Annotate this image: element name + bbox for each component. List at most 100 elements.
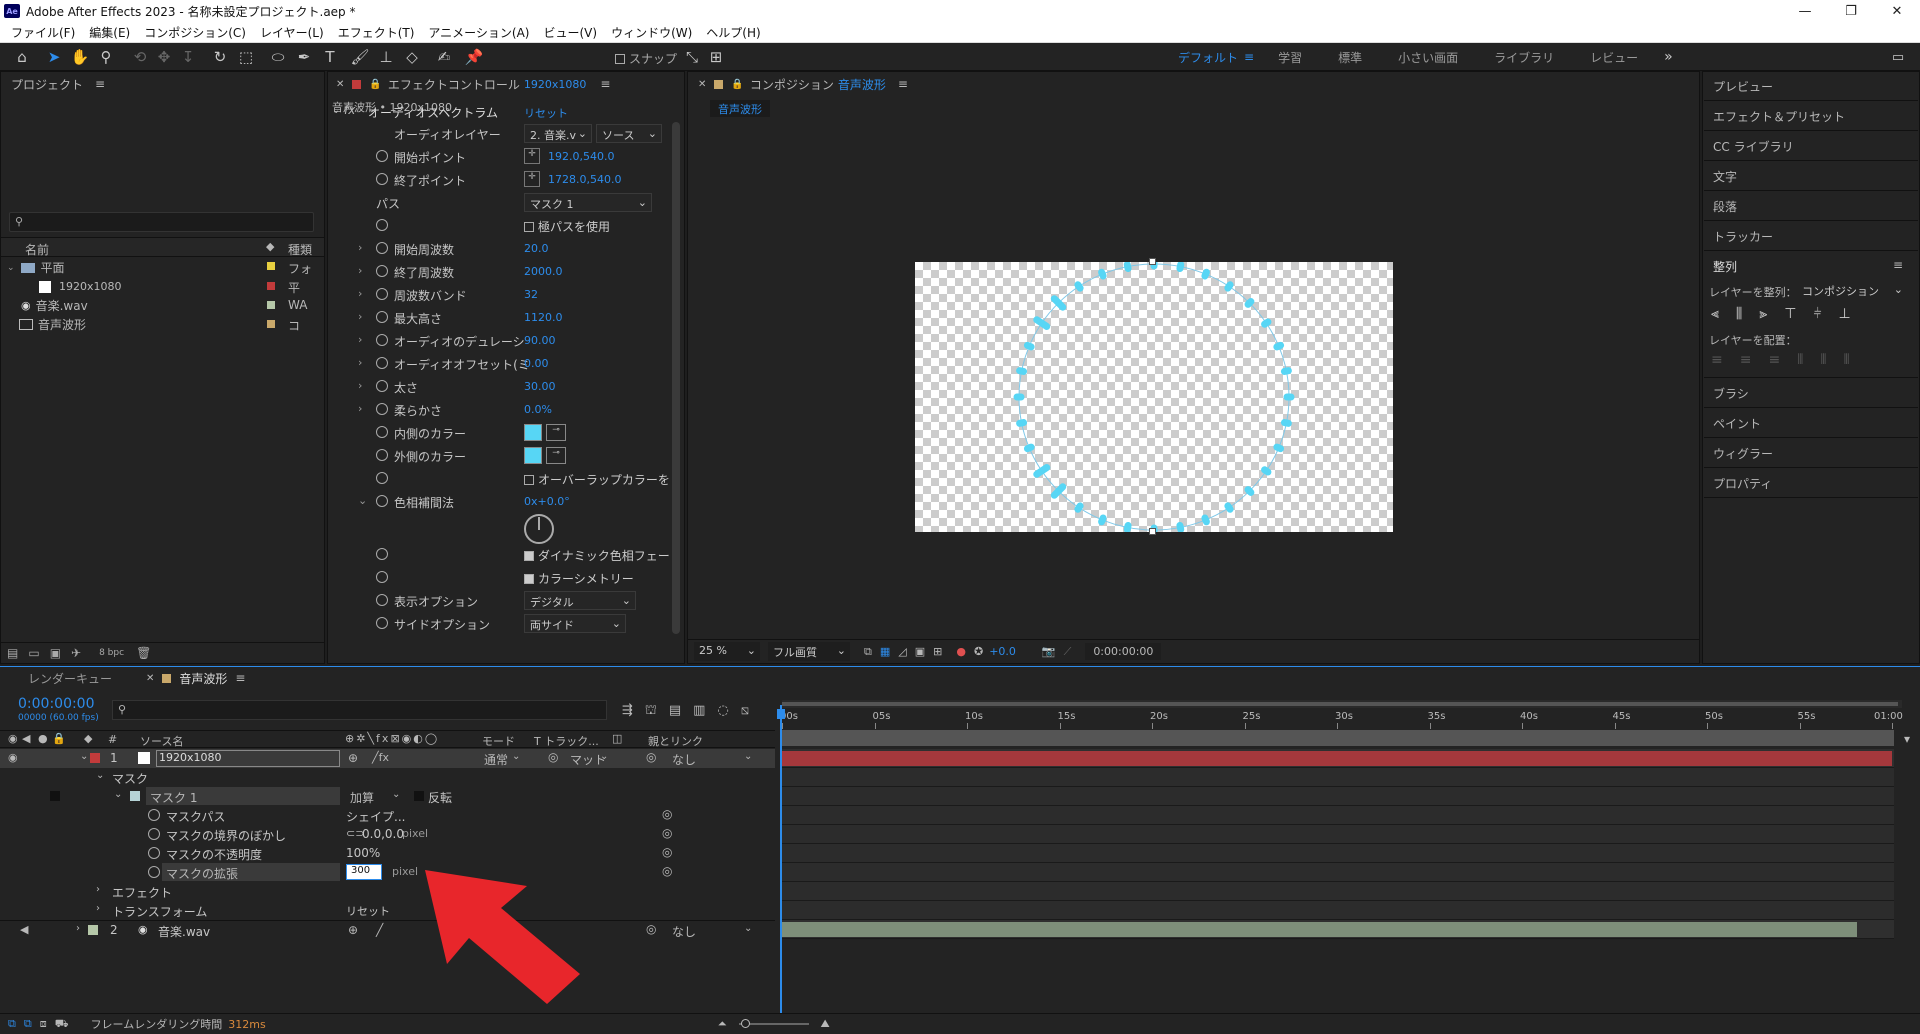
cc-libraries-panel-tab[interactable]: CC ライブラリ bbox=[1713, 138, 1794, 155]
menu-file[interactable]: ファイル(F) bbox=[4, 24, 82, 41]
region-of-interest-icon[interactable]: ▣ bbox=[915, 645, 925, 658]
transparency-grid-icon[interactable]: ▦ bbox=[880, 645, 890, 658]
align-bottom-icon[interactable]: ⊥ bbox=[1839, 306, 1851, 322]
expand-icon[interactable]: › bbox=[76, 923, 80, 934]
paint-panel-tab[interactable]: ペイント bbox=[1713, 415, 1761, 432]
stopwatch-icon[interactable] bbox=[376, 242, 388, 254]
distribute-top-icon[interactable]: ≡ bbox=[1711, 352, 1723, 368]
stopwatch-icon[interactable] bbox=[376, 617, 388, 629]
stopwatch-icon[interactable] bbox=[148, 828, 160, 840]
col-source-header[interactable]: ソース名 bbox=[140, 733, 183, 749]
grid-guides-icon[interactable]: ⊞ bbox=[933, 645, 942, 658]
panel-menu-icon[interactable]: ≡ bbox=[95, 77, 105, 91]
col-type-header[interactable]: 種類 bbox=[288, 241, 312, 258]
comp-breadcrumb[interactable]: 音声波形 bbox=[710, 100, 770, 117]
mask-visibility-icon[interactable]: ◿ bbox=[898, 645, 906, 658]
effect-row-end-frequency[interactable]: › 終了周波数 2000.0 bbox=[328, 260, 668, 283]
distribute-vcenter-icon[interactable]: ≡ bbox=[1740, 352, 1752, 368]
menu-composition[interactable]: コンポジション(C) bbox=[137, 24, 253, 41]
hue-dial[interactable] bbox=[524, 514, 554, 544]
effect-controls-scrollbar[interactable] bbox=[672, 122, 680, 634]
align-to-dropdown[interactable]: コンポジション ⌄ bbox=[1797, 281, 1907, 300]
mask-expansion-input[interactable]: 300 bbox=[346, 864, 382, 880]
distribute-bottom-icon[interactable]: ≡ bbox=[1768, 352, 1780, 368]
pan-tool-icon[interactable]: ✥ bbox=[154, 47, 174, 67]
outside-color-swatch[interactable] bbox=[524, 447, 542, 464]
current-time-indicator[interactable] bbox=[780, 705, 782, 1025]
pickwhip-icon[interactable]: ◎ bbox=[662, 845, 672, 859]
pickwhip-icon[interactable]: ◎ bbox=[662, 807, 672, 821]
stopwatch-icon[interactable] bbox=[376, 495, 388, 507]
expand-icon[interactable]: › bbox=[96, 884, 100, 895]
composition-tab-name[interactable]: 音声波形 bbox=[838, 76, 886, 93]
expand-icon[interactable]: › bbox=[358, 402, 362, 415]
side-options-dropdown-0[interactable]: 両サイド ⌄ bbox=[524, 614, 626, 633]
frame-blending-icon[interactable]: ▥ bbox=[693, 703, 705, 720]
stopwatch-icon[interactable] bbox=[376, 380, 388, 392]
menu-edit[interactable]: 編集(E) bbox=[82, 24, 137, 41]
expand-icon[interactable]: › bbox=[96, 903, 100, 914]
effect-row-inside-color[interactable]: 内側のカラー ⊸ bbox=[328, 421, 668, 444]
effect-row-audio-offset[interactable]: › オーディオオフセット(ミ 0.00 bbox=[328, 352, 668, 375]
fx-icon[interactable]: fx bbox=[344, 103, 355, 117]
collapse-icon[interactable]: ⌄ bbox=[332, 105, 340, 116]
expand-icon[interactable]: › bbox=[358, 264, 362, 277]
distribute-left-icon[interactable]: ⦀ bbox=[1797, 352, 1803, 368]
render-time-toggle-icon[interactable]: ⛟ bbox=[55, 1017, 69, 1032]
video-switch-icon[interactable]: ◉ bbox=[8, 732, 18, 745]
col-hash-header[interactable]: # bbox=[108, 733, 117, 746]
effect-row-outside-color[interactable]: 外側のカラー ⊸ bbox=[328, 444, 668, 467]
effect-row-softness[interactable]: › 柔らかさ 0.0% bbox=[328, 398, 668, 421]
mask-mode-dropdown[interactable]: 加算 bbox=[350, 789, 374, 806]
stopwatch-icon[interactable] bbox=[376, 594, 388, 606]
align-left-icon[interactable]: ⫷ bbox=[1711, 306, 1719, 322]
parent-pickwhip-icon[interactable]: ◎ bbox=[646, 922, 656, 936]
effect-row-color-symmetry[interactable]: カラーシメトリー bbox=[328, 566, 668, 589]
layer-name[interactable]: 音楽.wav bbox=[158, 923, 210, 940]
shy-switch-icon[interactable]: ⊕ bbox=[348, 923, 358, 937]
project-item-solid[interactable]: 1920x1080 平 bbox=[1, 277, 324, 296]
character-panel-tab[interactable]: 文字 bbox=[1713, 168, 1737, 185]
label-tag-icon[interactable]: ◆ bbox=[266, 240, 274, 253]
color-channels-icon[interactable]: ● bbox=[956, 645, 966, 658]
brushes-panel-tab[interactable]: ブラシ bbox=[1713, 385, 1749, 402]
chevron-down-icon[interactable]: ⌄ bbox=[744, 923, 752, 934]
mask-vertex-handle[interactable] bbox=[1149, 528, 1156, 535]
stopwatch-icon[interactable] bbox=[376, 403, 388, 415]
close-tab-icon[interactable]: ✕ bbox=[336, 79, 344, 90]
workspace-default[interactable]: デフォルト bbox=[1160, 49, 1256, 66]
mask-opacity-row[interactable]: マスクの不透明度 100% ◎ bbox=[0, 844, 775, 863]
distribute-hcenter-icon[interactable]: ⦀ bbox=[1820, 352, 1826, 368]
workspace-small-screen[interactable]: 小さい画面 bbox=[1380, 49, 1476, 66]
effect-row-start-frequency[interactable]: › 開始周波数 20.0 bbox=[328, 237, 668, 260]
effect-reset-link[interactable]: リセット bbox=[524, 105, 568, 121]
expand-icon[interactable]: ⌄ bbox=[80, 751, 88, 762]
label-swatch[interactable] bbox=[267, 262, 275, 270]
visibility-eye-icon[interactable]: ◉ bbox=[8, 751, 18, 764]
thickness-value[interactable]: 30.00 bbox=[524, 380, 556, 393]
align-right-icon[interactable]: ⫸ bbox=[1759, 306, 1767, 322]
effect-row-frequency-bands[interactable]: › 周波数バンド 32 bbox=[328, 283, 668, 306]
stopwatch-icon[interactable] bbox=[376, 449, 388, 461]
effect-row-start-point[interactable]: 開始ポイント ✛ 192.0,540.0 bbox=[328, 145, 668, 168]
search-help-icon[interactable]: ▭ bbox=[1888, 47, 1908, 67]
hue-interpolation-value[interactable]: 0x+0.0° bbox=[524, 495, 570, 508]
preview-panel-tab[interactable]: プレビュー bbox=[1713, 78, 1773, 95]
mask-opacity-value[interactable]: 100% bbox=[346, 846, 380, 860]
col-track-header[interactable]: T トラック... bbox=[534, 733, 599, 749]
stopwatch-icon[interactable] bbox=[376, 571, 388, 583]
layer-label-color[interactable] bbox=[88, 925, 98, 935]
inside-color-swatch[interactable] bbox=[524, 424, 542, 441]
project-item-composition[interactable]: 音声波形 コ bbox=[1, 315, 324, 334]
pickwhip-icon[interactable]: ◎ bbox=[662, 826, 672, 840]
eyedropper-icon[interactable]: ⊸ bbox=[546, 447, 566, 464]
audio-offset-value[interactable]: 0.00 bbox=[524, 357, 549, 370]
close-button[interactable]: ✕ bbox=[1874, 0, 1920, 22]
parent-dropdown[interactable]: なし bbox=[672, 923, 696, 940]
timeline-current-time[interactable]: 0:00:00:00 bbox=[18, 696, 95, 712]
align-top-icon[interactable]: ⊤ bbox=[1784, 306, 1796, 322]
end-point-value[interactable]: 1728.0,540.0 bbox=[548, 173, 621, 186]
stopwatch-icon[interactable] bbox=[376, 548, 388, 560]
label-swatch[interactable] bbox=[267, 320, 275, 328]
effect-controls-title[interactable]: エフェクトコントロール bbox=[388, 76, 520, 93]
